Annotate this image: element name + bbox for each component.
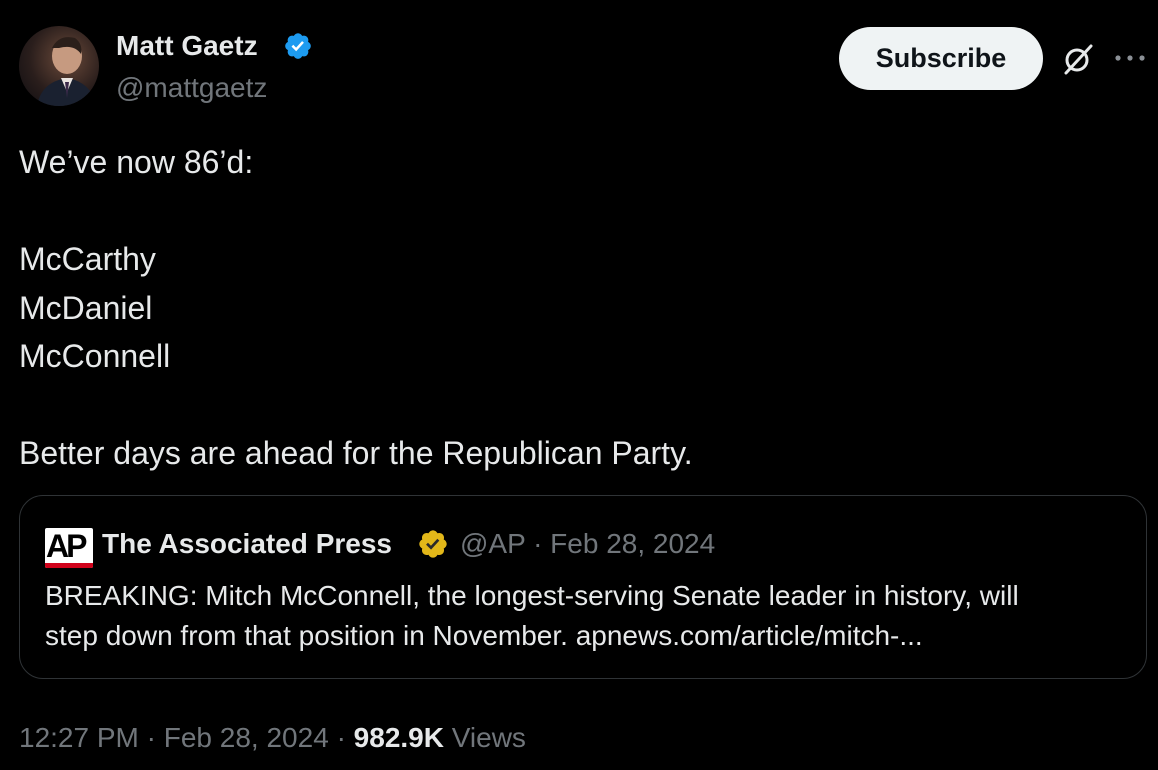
tweet-line <box>19 381 1129 430</box>
tweet-time[interactable]: 12:27 PM <box>19 722 139 753</box>
quote-separator: · <box>533 528 543 559</box>
quote-author-name[interactable]: The Associated Press <box>102 526 392 562</box>
ap-logo-bar <box>45 563 93 568</box>
quote-body: BREAKING: Mitch McConnell, the longest-s… <box>45 576 1135 656</box>
subscribe-button[interactable]: Subscribe <box>839 27 1043 90</box>
author-handle[interactable]: @mattgaetz <box>116 70 267 106</box>
footer-separator: · <box>146 722 156 753</box>
quote-body-line: step down from that position in November… <box>45 620 923 651</box>
tweet-footer: 12:27 PM · Feb 28, 2024 · 982.9K Views <box>19 720 526 756</box>
grok-icon[interactable] <box>1060 41 1096 77</box>
quote-body-line: BREAKING: Mitch McConnell, the longest-s… <box>45 580 1019 611</box>
tweet-line: Better days are ahead for the Republican… <box>19 435 693 471</box>
tweet-detail: Matt Gaetz @mattgaetz Subscribe We’ve no… <box>0 0 1158 770</box>
more-icon[interactable] <box>1113 48 1147 68</box>
quote-date[interactable]: Feb 28, 2024 <box>550 528 715 559</box>
ap-logo-text: AP <box>46 528 87 564</box>
author-avatar[interactable] <box>19 26 99 106</box>
ap-logo: AP <box>45 528 93 568</box>
views-count[interactable]: 982.9K <box>354 722 444 753</box>
tweet-line: McCarthy <box>19 241 156 277</box>
quote-handle[interactable]: @AP <box>460 528 525 559</box>
views-label: Views <box>451 722 526 753</box>
tweet-line <box>19 187 1129 236</box>
footer-separator: · <box>336 722 346 753</box>
tweet-line: McConnell <box>19 338 171 374</box>
quoted-tweet-card[interactable]: AP The Associated Press @AP · Feb 28, 20… <box>19 495 1147 679</box>
quote-meta: @AP · Feb 28, 2024 <box>460 526 715 562</box>
gold-verified-badge-icon <box>419 530 447 558</box>
tweet-line: We’ve now 86’d: <box>19 144 254 180</box>
tweet-date[interactable]: Feb 28, 2024 <box>164 722 329 753</box>
tweet-line: McDaniel <box>19 289 153 326</box>
author-name[interactable]: Matt Gaetz <box>116 28 258 64</box>
verified-badge-icon <box>285 33 311 59</box>
tweet-text: We’ve now 86’d: McCarthy McDaniel McConn… <box>19 138 1129 478</box>
